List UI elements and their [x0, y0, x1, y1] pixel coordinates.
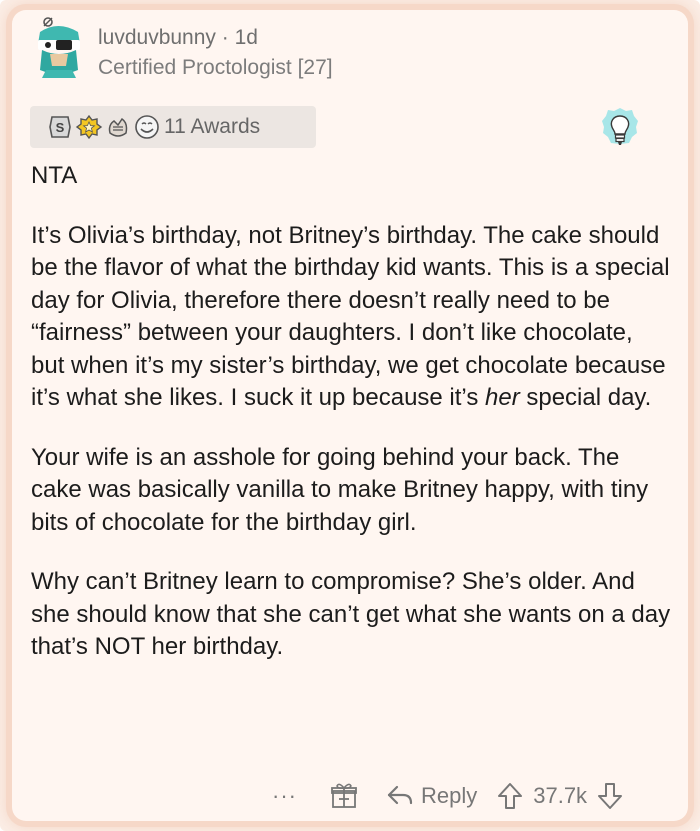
lightbulb-icon	[600, 106, 640, 154]
avatar[interactable]	[26, 14, 90, 78]
reply-button[interactable]: Reply	[421, 783, 477, 809]
silver-award-icon: S	[46, 113, 74, 141]
bravo-award-icon	[104, 113, 132, 141]
more-options-button[interactable]: ···	[272, 783, 297, 809]
comment-paragraph: Why can’t Britney learn to compromise? S…	[31, 568, 671, 660]
paragraph-text: It’s Olivia’s birthday, not Britney’s bi…	[31, 221, 670, 412]
comment-paragraph: Your wife is an asshole for going behind…	[31, 443, 649, 536]
comment-paragraph: It’s Olivia’s birthday, not Britney’s bi…	[31, 220, 671, 415]
vote-score: 37.7k	[533, 783, 588, 808]
comment-card: luvduvbunny · 1d Certified Proctologist …	[12, 10, 688, 821]
reply-icon[interactable]	[385, 783, 415, 809]
wholesome-award-icon	[133, 113, 161, 141]
helpful-award-icon	[75, 113, 103, 141]
emphasis-text: her	[485, 384, 520, 411]
svg-text:S: S	[56, 120, 65, 135]
awards-count-label: 11 Awards	[164, 115, 261, 138]
upvote-arrow-icon[interactable]	[497, 782, 523, 810]
comment-paragraph: NTA	[31, 162, 78, 189]
comment-body: NTA It’s Olivia’s birthday, not Britney’…	[31, 160, 671, 664]
gift-award-icon[interactable]	[329, 781, 359, 811]
awards-bar[interactable]: S 11 Awards	[30, 106, 316, 148]
comment-actions: ··· Reply 37.7k	[272, 778, 623, 814]
paragraph-text: special day.	[519, 384, 652, 411]
user-flair: Certified Proctologist [27]	[98, 56, 333, 79]
comment-author-line[interactable]: luvduvbunny · 1d	[98, 26, 258, 50]
page-frame: luvduvbunny · 1d Certified Proctologist …	[0, 0, 700, 831]
downvote-arrow-icon[interactable]	[597, 782, 623, 810]
